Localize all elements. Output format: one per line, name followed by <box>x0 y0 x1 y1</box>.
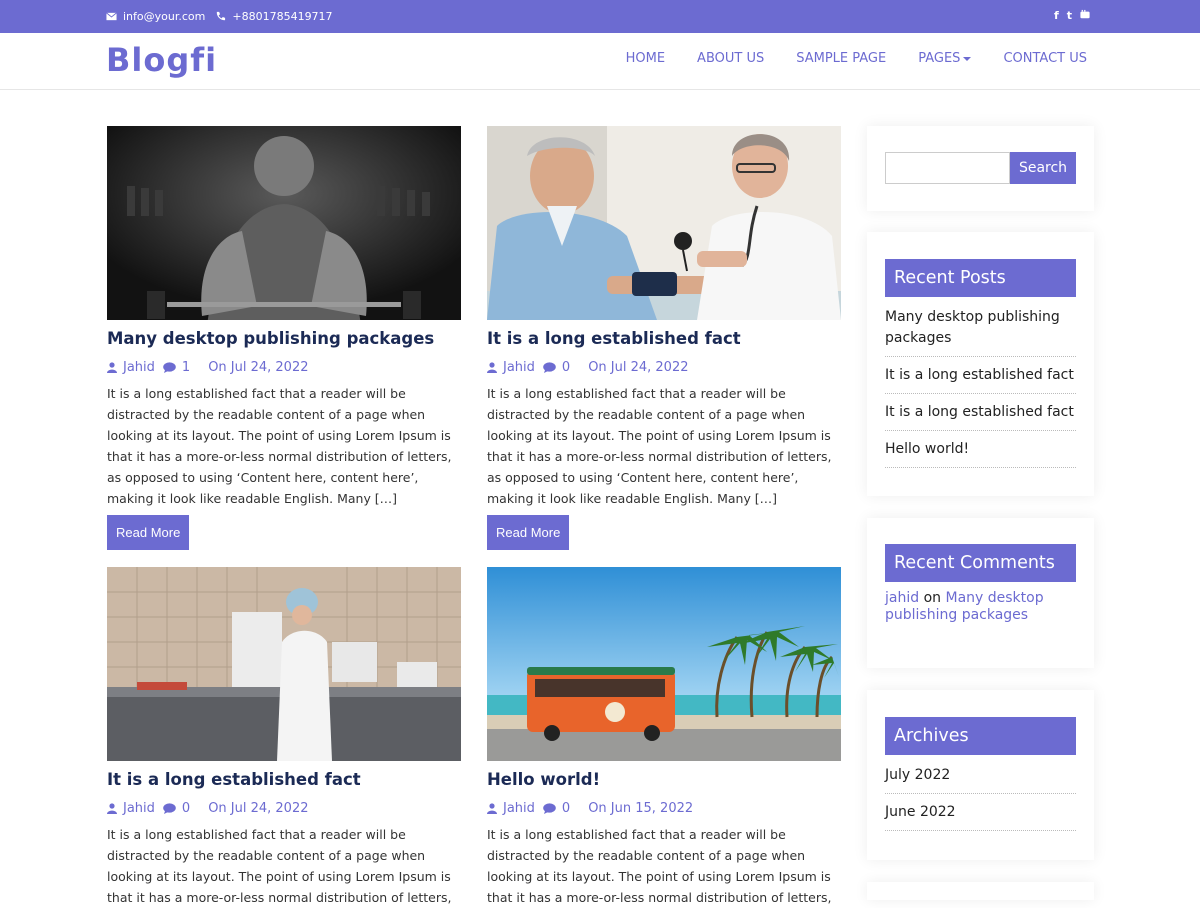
nav-sample-page[interactable]: SAMPLE PAGE <box>796 51 886 66</box>
recent-comments-title: Recent Comments <box>885 544 1076 582</box>
recent-posts-title: Recent Posts <box>885 259 1076 297</box>
social-links: f t <box>1054 9 1090 23</box>
post-date[interactable]: On Jul 24, 2022 <box>588 360 688 375</box>
post-author[interactable]: Jahid <box>487 360 535 375</box>
comment-on-label: on <box>923 590 942 606</box>
post-excerpt: It is a long established fact that a rea… <box>487 386 832 506</box>
post-thumbnail-beach[interactable] <box>487 567 841 761</box>
contact-info: info@your.com +8801785419717 <box>106 10 343 23</box>
recent-comment-item: jahid on Many desktop publishing package… <box>885 590 1076 624</box>
post-comment-count: 0 <box>561 801 571 816</box>
archives-widget: Archives July 2022 June 2022 <box>867 690 1094 860</box>
post-title[interactable]: It is a long established fact <box>107 770 461 789</box>
read-more-button[interactable]: Read More <box>487 515 570 550</box>
post-date[interactable]: On Jul 24, 2022 <box>208 801 308 816</box>
comment-icon <box>163 362 176 373</box>
main-nav: HOME ABOUT US SAMPLE PAGE PAGES CONTACT … <box>626 51 1087 66</box>
post-card: Hello world! Jahid 0 On Jun 15, 2022 It … <box>487 567 841 908</box>
phone-icon <box>217 11 226 21</box>
user-icon <box>487 803 497 814</box>
read-more-button[interactable]: Read More <box>107 515 190 550</box>
post-author-name: Jahid <box>123 801 155 816</box>
post-card: Many desktop publishing packages Jahid 1… <box>107 126 461 550</box>
top-bar: info@your.com +8801785419717 f t <box>0 0 1200 33</box>
post-meta: Jahid 0 On Jul 24, 2022 <box>487 360 841 375</box>
contact-email[interactable]: info@your.com <box>123 10 205 23</box>
post-comment-count: 0 <box>561 360 571 375</box>
nav-contact-us[interactable]: CONTACT US <box>1003 51 1087 66</box>
site-header: Blogfi HOME ABOUT US SAMPLE PAGE PAGES C… <box>0 33 1200 90</box>
twitter-icon[interactable]: t <box>1067 9 1072 23</box>
recent-posts-list: Many desktop publishing packages It is a… <box>885 299 1076 468</box>
post-comment-count: 0 <box>181 801 191 816</box>
archive-link[interactable]: July 2022 <box>885 757 1076 794</box>
comment-icon <box>163 803 176 814</box>
search-button[interactable]: Search <box>1010 152 1076 184</box>
comment-icon <box>543 362 556 373</box>
post-comments[interactable]: 1 <box>163 360 190 375</box>
site-logo[interactable]: Blogfi <box>106 41 217 79</box>
post-title[interactable]: Hello world! <box>487 770 841 789</box>
youtube-icon[interactable] <box>1080 9 1090 23</box>
search-widget: Search <box>867 126 1094 211</box>
post-author[interactable]: Jahid <box>107 801 155 816</box>
archives-title: Archives <box>885 717 1076 755</box>
facebook-icon[interactable]: f <box>1054 9 1059 23</box>
search-input[interactable] <box>885 152 1010 184</box>
nav-home[interactable]: HOME <box>626 51 665 66</box>
recent-posts-widget: Recent Posts Many desktop publishing pac… <box>867 232 1094 496</box>
caret-down-icon <box>963 56 972 61</box>
post-author-name: Jahid <box>123 360 155 375</box>
post-meta: Jahid 1 On Jul 24, 2022 <box>107 360 461 375</box>
nav-sample-page-label: SAMPLE PAGE <box>796 51 887 66</box>
recent-post-link[interactable]: It is a long established fact <box>885 357 1076 394</box>
post-card: It is a long established fact Jahid 0 On… <box>487 126 841 550</box>
nav-pages[interactable]: PAGES <box>918 51 972 66</box>
nav-about-us[interactable]: ABOUT US <box>697 51 764 66</box>
post-comments[interactable]: 0 <box>163 801 190 816</box>
post-comments[interactable]: 0 <box>543 360 570 375</box>
post-title[interactable]: It is a long established fact <box>487 329 841 348</box>
contact-phone[interactable]: +8801785419717 <box>232 10 332 23</box>
user-icon <box>107 362 117 373</box>
nav-home-label: HOME <box>625 51 666 66</box>
post-author[interactable]: Jahid <box>487 801 535 816</box>
post-thumbnail-lab[interactable] <box>107 567 461 761</box>
post-meta: Jahid 0 On Jun 15, 2022 <box>487 801 841 816</box>
nav-pages-label: PAGES <box>918 51 961 66</box>
post-excerpt: It is a long established fact that a rea… <box>107 386 452 506</box>
post-comment-count: 1 <box>181 360 191 375</box>
comment-icon <box>543 803 556 814</box>
archive-link[interactable]: June 2022 <box>885 794 1076 831</box>
post-thumbnail-doctor[interactable] <box>487 126 841 320</box>
sidebar-widget-partial <box>867 882 1094 900</box>
post-author[interactable]: Jahid <box>107 360 155 375</box>
post-comments[interactable]: 0 <box>543 801 570 816</box>
archives-list: July 2022 June 2022 <box>885 757 1076 831</box>
post-date[interactable]: On Jul 24, 2022 <box>208 360 308 375</box>
post-meta: Jahid 0 On Jul 24, 2022 <box>107 801 461 816</box>
user-icon <box>107 803 117 814</box>
post-date[interactable]: On Jun 15, 2022 <box>588 801 693 816</box>
recent-post-link[interactable]: Many desktop publishing packages <box>885 299 1076 357</box>
recent-comments-widget: Recent Comments jahid on Many desktop pu… <box>867 518 1094 668</box>
post-card: It is a long established fact Jahid 0 On… <box>107 567 461 908</box>
post-author-name: Jahid <box>503 360 535 375</box>
search-form: Search <box>885 152 1076 184</box>
post-excerpt: It is a long established fact that a rea… <box>487 827 832 905</box>
post-excerpt: It is a long established fact that a rea… <box>107 827 452 905</box>
post-author-name: Jahid <box>503 801 535 816</box>
recent-post-link[interactable]: It is a long established fact <box>885 394 1076 431</box>
comment-author-link[interactable]: jahid <box>885 590 919 606</box>
nav-about-us-label: ABOUT US <box>697 51 765 66</box>
post-thumbnail-gym[interactable] <box>107 126 461 320</box>
nav-contact-us-label: CONTACT US <box>1003 51 1087 66</box>
post-title[interactable]: Many desktop publishing packages <box>107 329 461 348</box>
user-icon <box>487 362 497 373</box>
envelope-icon <box>106 12 117 21</box>
recent-post-link[interactable]: Hello world! <box>885 431 1076 468</box>
